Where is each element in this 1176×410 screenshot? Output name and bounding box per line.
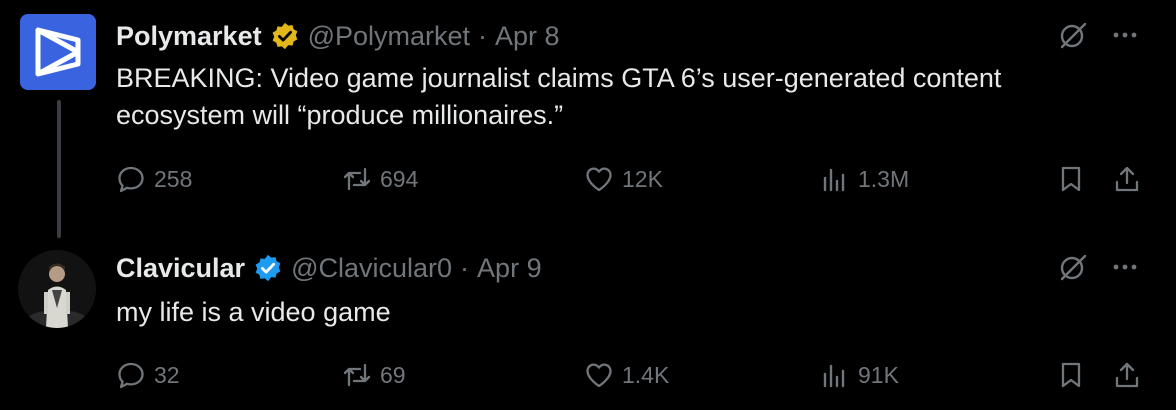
bookmark-button[interactable] <box>1056 164 1086 194</box>
more-icon[interactable] <box>1110 252 1140 282</box>
verified-gold-badge-icon <box>272 22 297 50</box>
tweet-clavicular[interactable]: Clavicular @Clavicular0 · Apr 9 my life … <box>0 236 1176 410</box>
more-icon[interactable] <box>1110 20 1140 50</box>
polymarket-logo-icon <box>20 14 96 90</box>
retweet-count: 694 <box>380 165 419 192</box>
reply-count: 258 <box>154 165 193 192</box>
like-count: 12K <box>622 165 663 192</box>
reply-icon <box>118 166 144 193</box>
tweet-actions: 32 69 1.4K 91K <box>116 360 1146 396</box>
user-handle[interactable]: @Polymarket <box>308 21 470 52</box>
like-button[interactable]: 12K <box>584 164 663 194</box>
avatar[interactable] <box>18 250 96 328</box>
verified-blue-badge-icon <box>255 254 281 282</box>
display-name[interactable]: Polymarket <box>116 21 262 52</box>
views-icon <box>823 364 845 388</box>
reply-button[interactable]: 258 <box>116 164 192 194</box>
share-icon <box>1115 362 1139 388</box>
share-button[interactable] <box>1112 164 1142 194</box>
bookmark-icon <box>1061 362 1081 388</box>
display-name[interactable]: Clavicular <box>116 253 245 284</box>
retweet-button[interactable]: 69 <box>342 360 406 390</box>
grok-icon[interactable] <box>1058 20 1088 50</box>
reply-icon <box>118 362 144 389</box>
tweet-date[interactable]: Apr 8 <box>495 21 560 52</box>
share-button[interactable] <box>1112 360 1142 390</box>
tweet-text: my life is a video game <box>116 297 391 327</box>
tweet-header: Polymarket @Polymarket · Apr 8 <box>116 18 560 54</box>
heart-icon <box>586 363 612 388</box>
retweet-icon <box>343 363 371 387</box>
view-count: 1.3M <box>858 165 910 192</box>
bookmark-button[interactable] <box>1056 360 1086 390</box>
profile-photo-icon <box>18 250 96 328</box>
thread-line <box>57 100 61 238</box>
avatar[interactable] <box>20 14 96 90</box>
retweet-count: 69 <box>380 361 406 388</box>
view-count: 91K <box>858 361 899 388</box>
tweet-header: Clavicular @Clavicular0 · Apr 9 <box>116 250 542 286</box>
bookmark-icon <box>1061 166 1081 192</box>
tweet-text: BREAKING: Video game journalist claims G… <box>116 63 1002 130</box>
user-handle[interactable]: @Clavicular0 <box>291 253 452 284</box>
tweet-top-actions <box>1058 252 1140 282</box>
tweet-polymarket[interactable]: Polymarket @Polymarket · Apr 8 BREAKING:… <box>0 0 1176 238</box>
views-icon <box>823 168 845 192</box>
heart-icon <box>586 167 612 192</box>
separator-dot: · <box>460 252 470 283</box>
views-button[interactable]: 91K <box>820 360 899 390</box>
grok-icon[interactable] <box>1058 252 1088 282</box>
retweet-button[interactable]: 694 <box>342 164 418 194</box>
like-button[interactable]: 1.4K <box>584 360 669 390</box>
views-button[interactable]: 1.3M <box>820 164 909 194</box>
share-icon <box>1115 166 1139 192</box>
reply-button[interactable]: 32 <box>116 360 180 390</box>
tweet-date[interactable]: Apr 9 <box>477 253 542 284</box>
like-count: 1.4K <box>622 361 670 388</box>
tweet-actions: 258 694 12K 1.3M <box>116 164 1146 200</box>
tweet-top-actions <box>1058 20 1140 50</box>
separator-dot: · <box>478 20 488 51</box>
retweet-icon <box>343 167 371 191</box>
reply-count: 32 <box>154 361 180 388</box>
